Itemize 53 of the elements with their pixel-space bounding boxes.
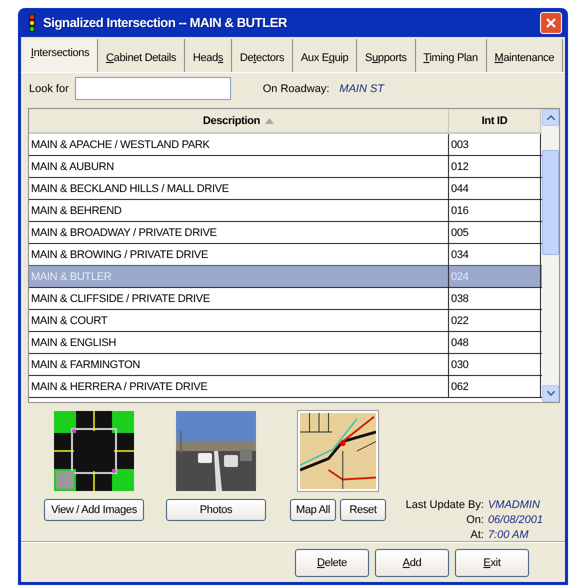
table-cell: MAIN & HERRERA / PRIVATE DRIVE — [29, 376, 449, 397]
table-cell: 062 — [449, 376, 541, 397]
info-value: VMADMIN — [488, 499, 541, 511]
table-cell: MAIN & BECKLAND HILLS / MALL DRIVE — [29, 178, 449, 199]
table-cell: MAIN & AUBURN — [29, 156, 449, 177]
image-button[interactable]: Reset — [340, 499, 386, 521]
table-cell: 012 — [449, 156, 541, 177]
table-cell: 003 — [449, 134, 541, 155]
roadway-value: MAIN ST — [339, 82, 384, 94]
table-cell: 016 — [449, 200, 541, 221]
action-button[interactable]: Delete — [295, 548, 369, 576]
table-row[interactable]: MAIN & CLIFFSIDE / PRIVATE DRIVE 038 — [29, 288, 542, 310]
table-cell: MAIN & APACHE / WESTLAND PARK — [29, 134, 449, 155]
table-cell: MAIN & BROADWAY / PRIVATE DRIVE — [29, 222, 449, 243]
image-button[interactable]: Photos — [166, 499, 266, 521]
table-cell: 038 — [449, 288, 541, 309]
info-label: At: — [469, 529, 484, 541]
table-row[interactable]: MAIN & BROADWAY / PRIVATE DRIVE 005 — [29, 222, 542, 244]
table-cell: MAIN & CLIFFSIDE / PRIVATE DRIVE — [29, 288, 449, 309]
table-row[interactable]: MAIN & APACHE / WESTLAND PARK 003 — [29, 134, 542, 156]
table-row[interactable]: MAIN & COURT 022 — [29, 310, 542, 332]
info-label: Last Update By: — [406, 499, 484, 511]
action-button[interactable]: Exit — [455, 548, 529, 576]
info-label: On: — [465, 514, 484, 526]
table-row[interactable]: MAIN & AUBURN 012 — [29, 156, 542, 178]
table-row[interactable]: MAIN & HERRERA / PRIVATE DRIVE 062 — [29, 376, 542, 398]
table-row[interactable]: MAIN & BEHREND 016 — [29, 200, 542, 222]
roadway-label: On Roadway: — [262, 82, 330, 94]
search-label: Look for — [29, 82, 69, 94]
window-title: Signalized Intersection -- MAIN & BUTLER — [43, 15, 288, 30]
table-cell: MAIN & FARMINGTON — [29, 354, 449, 375]
table-row[interactable]: MAIN & BROWING / PRIVATE DRIVE 034 — [29, 244, 542, 266]
column-header[interactable]: Description — [29, 109, 449, 132]
info-value: 7:00 AM — [488, 529, 530, 541]
table-cell: 024 — [449, 266, 541, 287]
image-button[interactable]: Map All — [290, 499, 336, 521]
table-row[interactable]: MAIN & ENGLISH 048 — [29, 332, 542, 354]
image-button[interactable]: View / Add Images — [44, 499, 144, 521]
column-header[interactable]: Int ID — [449, 109, 541, 132]
table-row[interactable]: MAIN & FARMINGTON 030 — [29, 354, 542, 376]
table-row[interactable]: MAIN & BECKLAND HILLS / MALL DRIVE 044 — [29, 178, 542, 200]
table-cell: MAIN & ENGLISH — [29, 332, 449, 353]
table-cell: 005 — [449, 222, 541, 243]
action-button[interactable]: Add — [375, 548, 449, 576]
table-cell: MAIN & BUTLER — [29, 266, 449, 287]
table-cell: MAIN & BEHREND — [29, 200, 449, 221]
info-value: 06/08/2001 — [488, 514, 543, 526]
table-cell: 044 — [449, 178, 541, 199]
table-cell: 048 — [449, 332, 541, 353]
table-cell: 022 — [449, 310, 541, 331]
table-cell: 030 — [449, 354, 541, 375]
table-cell: MAIN & COURT — [29, 310, 449, 331]
tab[interactable]: Intersections — [23, 39, 98, 72]
